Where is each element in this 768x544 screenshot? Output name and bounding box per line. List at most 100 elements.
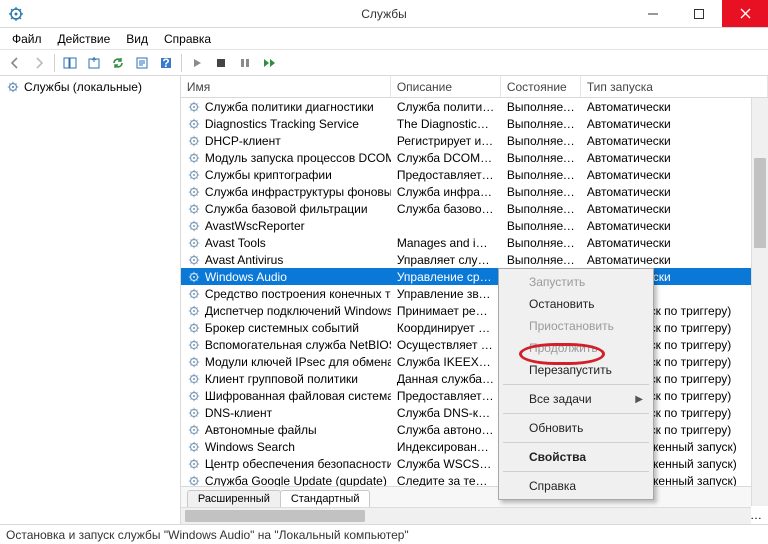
column-headers: Имя Описание Состояние Тип запуска [181, 76, 768, 98]
service-desc: Данная служба от… [391, 372, 501, 386]
table-row[interactable]: Модули ключей IPsec для обмена ключам…Сл… [181, 353, 768, 370]
table-row[interactable]: Diagnostics Tracking ServiceThe Diagnost… [181, 115, 768, 132]
service-desc: Управляет служб… [391, 253, 501, 267]
gear-icon [187, 151, 201, 165]
table-row[interactable]: Вспомогательная служба NetBIOS через TCP… [181, 336, 768, 353]
tab-extended[interactable]: Расширенный [187, 490, 281, 507]
table-row[interactable]: DHCP-клиентРегистрирует и об…Выполняется… [181, 132, 768, 149]
scrollbar-horizontal[interactable] [181, 507, 751, 524]
ctx-separator [503, 442, 649, 443]
ctx-stop[interactable]: Остановить [501, 293, 651, 315]
menu-file[interactable]: Файл [4, 30, 50, 48]
service-name: Центр обеспечения безопасности [205, 457, 391, 471]
svg-text:?: ? [162, 56, 169, 70]
context-menu: Запустить Остановить Приостановить Продо… [498, 268, 654, 500]
minimize-button[interactable] [630, 0, 676, 27]
gear-icon [187, 389, 201, 403]
col-desc[interactable]: Описание [391, 76, 501, 97]
ctx-restart[interactable]: Перезапустить [501, 359, 651, 381]
service-state: Выполняется [501, 100, 581, 114]
service-start: Автоматически [581, 236, 768, 250]
ctx-separator [503, 471, 649, 472]
start-service-button[interactable] [186, 52, 208, 74]
gear-icon [187, 202, 201, 216]
col-start[interactable]: Тип запуска [581, 76, 768, 97]
maximize-button[interactable] [676, 0, 722, 27]
table-row[interactable]: Служба инфраструктуры фоновых задачСлужб… [181, 183, 768, 200]
scroll-thumb[interactable] [754, 158, 766, 248]
service-desc: Служба автономн… [391, 423, 501, 437]
back-button[interactable] [4, 52, 26, 74]
table-row[interactable]: Клиент групповой политикиДанная служба о… [181, 370, 768, 387]
table-row[interactable]: Службы криптографииПредоставляет три…Вып… [181, 166, 768, 183]
table-row[interactable]: Шифрованная файловая система (EFS)Предос… [181, 387, 768, 404]
table-row[interactable]: Брокер системных событий Координирует вы…… [181, 319, 768, 336]
table-row[interactable]: Модуль запуска процессов DCOM-сервераСлу… [181, 149, 768, 166]
service-desc: Manages and imple… [391, 236, 501, 250]
gear-icon [187, 355, 201, 369]
service-desc: Служба WSCSVC … [391, 457, 501, 471]
app-icon [8, 6, 24, 22]
help-button[interactable]: ? [155, 52, 177, 74]
service-start: Автоматически [581, 168, 768, 182]
ctx-refresh[interactable]: Обновить [501, 417, 651, 439]
stop-service-button[interactable] [210, 52, 232, 74]
forward-button[interactable] [28, 52, 50, 74]
scrollbar-vertical[interactable] [751, 98, 768, 506]
col-name[interactable]: Имя [181, 76, 391, 97]
ctx-properties[interactable]: Свойства [501, 446, 651, 468]
table-row[interactable]: Служба политики диагностикиСлужба полити… [181, 98, 768, 115]
table-row[interactable]: Средство построения конечных точек Win…У… [181, 285, 768, 302]
table-row[interactable]: Центр обеспечения безопасностиСлужба WSC… [181, 455, 768, 472]
refresh-button[interactable] [107, 52, 129, 74]
table-row[interactable]: Автономные файлыСлужба автономн…чески (з… [181, 421, 768, 438]
tab-standard[interactable]: Стандартный [280, 490, 371, 507]
service-name: Avast Antivirus [205, 253, 283, 267]
service-start: Автоматически [581, 100, 768, 114]
service-name: AvastWscReporter [205, 219, 305, 233]
service-desc: Служба инфрастр… [391, 185, 501, 199]
menu-view[interactable]: Вид [118, 30, 156, 48]
table-row[interactable]: DNS-клиентСлужба DNS-клие…чески (запуск … [181, 404, 768, 421]
gear-icon [187, 338, 201, 352]
list-body[interactable]: Служба политики диагностикиСлужба полити… [181, 98, 768, 524]
service-name: Модуль запуска процессов DCOM-сервера [205, 151, 391, 165]
service-state: Выполняется [501, 168, 581, 182]
menu-help[interactable]: Справка [156, 30, 219, 48]
ctx-separator [503, 413, 649, 414]
show-hide-button[interactable] [59, 52, 81, 74]
gear-icon [187, 287, 201, 301]
service-desc: Служба DCOMLAU… [391, 151, 501, 165]
table-row[interactable]: AvastWscReporterВыполняетсяАвтоматически [181, 217, 768, 234]
properties-button[interactable] [131, 52, 153, 74]
gear-icon [187, 270, 201, 284]
tree-root[interactable]: Службы (локальные) [6, 80, 174, 94]
service-desc: Координирует вы… [391, 321, 501, 335]
table-row[interactable]: Avast AntivirusУправляет служб…Выполняет… [181, 251, 768, 268]
pause-service-button[interactable] [234, 52, 256, 74]
service-name: Модули ключей IPsec для обмена ключам… [205, 355, 391, 369]
gear-icon [187, 457, 201, 471]
table-row[interactable]: Windows SearchИндексирование …чески (отл… [181, 438, 768, 455]
export-button[interactable] [83, 52, 105, 74]
table-row[interactable]: Диспетчер подключений WindowsПринимает р… [181, 302, 768, 319]
menu-bar: Файл Действие Вид Справка [0, 28, 768, 50]
service-desc: Предоставляет ос… [391, 389, 501, 403]
ctx-alltasks[interactable]: Все задачи▶ [501, 388, 651, 410]
scroll-thumb[interactable] [185, 510, 365, 522]
restart-service-button[interactable] [258, 52, 280, 74]
table-row-selected[interactable]: Windows AudioУправление средст…Выполняет… [181, 268, 768, 285]
service-start: Автоматически [581, 219, 768, 233]
table-row[interactable]: Служба базовой фильтрацииСлужба базовой … [181, 200, 768, 217]
menu-action[interactable]: Действие [50, 30, 119, 48]
gear-icon [187, 168, 201, 182]
service-name: Брокер системных событий [205, 321, 359, 335]
service-name: DHCP-клиент [205, 134, 281, 148]
gear-icon [187, 372, 201, 386]
service-name: Avast Tools [205, 236, 266, 250]
service-name: Средство построения конечных точек Win… [205, 287, 391, 301]
ctx-help[interactable]: Справка [501, 475, 651, 497]
table-row[interactable]: Avast ToolsManages and imple…Выполняется… [181, 234, 768, 251]
col-state[interactable]: Состояние [501, 76, 581, 97]
close-button[interactable] [722, 0, 768, 27]
